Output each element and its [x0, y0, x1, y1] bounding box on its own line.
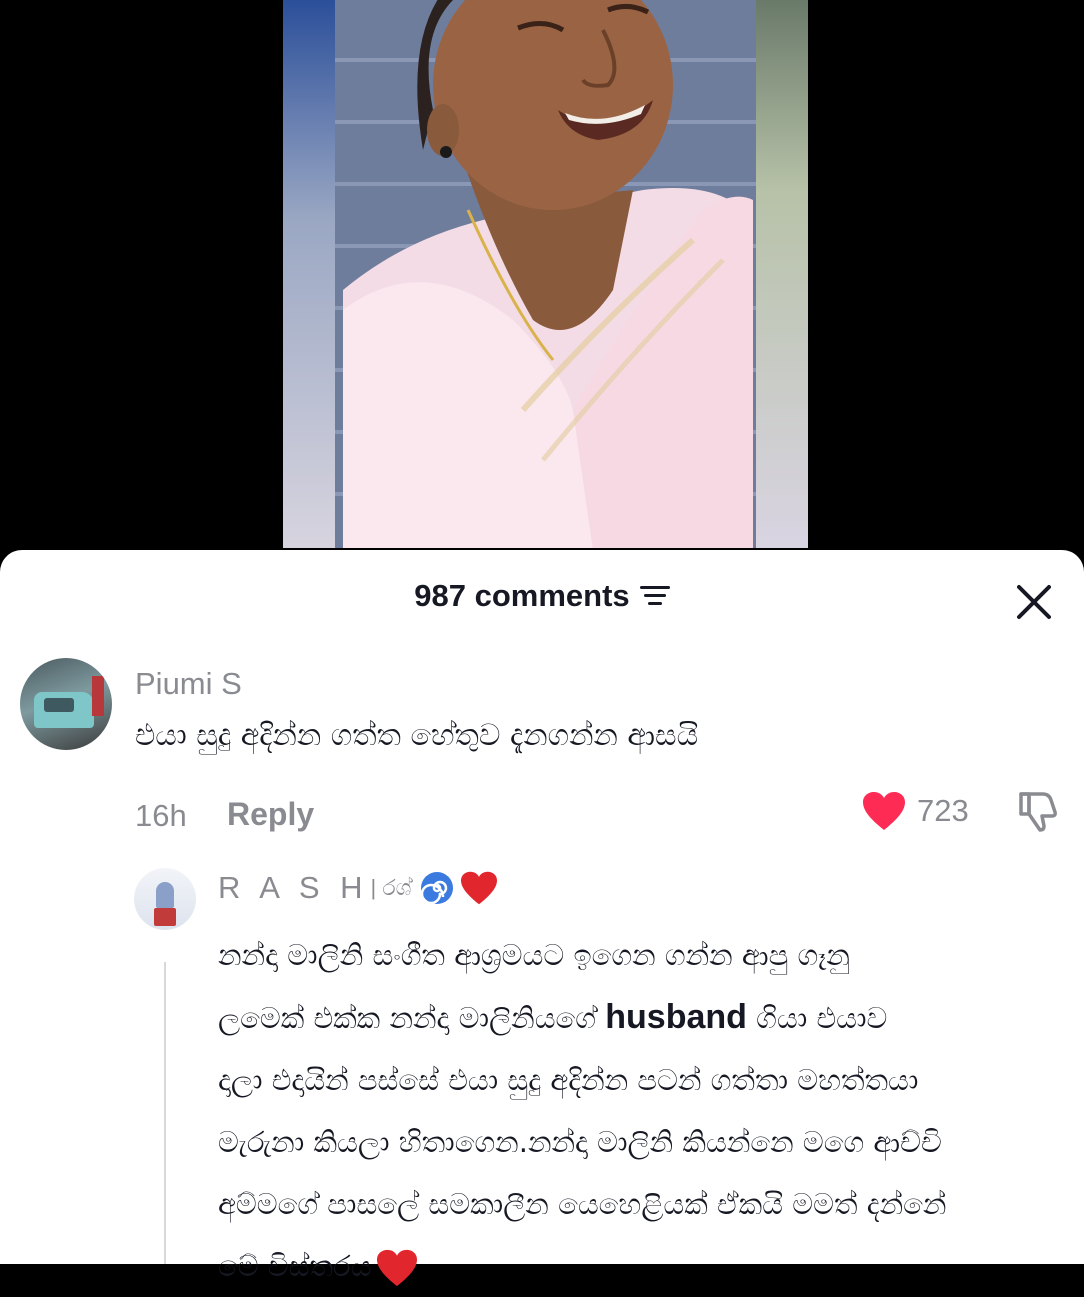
- reply-line-4: මැරුනා කියලා හිතාගෙන.නන්දා මාලිනි කියන්න…: [218, 1125, 942, 1159]
- reply-username-suffix: | රශ්: [370, 875, 412, 900]
- close-icon[interactable]: [1014, 582, 1054, 622]
- comments-count-label: 987 comments: [414, 578, 630, 613]
- heart-icon: [863, 792, 905, 830]
- reply-line-6-text: මේ විස්තරය: [218, 1249, 372, 1283]
- reply-text: නන්දා මාලිනි සංගීත ආශ්‍රමයට ඉගෙන ගන්න ආප…: [218, 924, 1084, 1297]
- comment-username[interactable]: Piumi S: [135, 666, 242, 702]
- spiral-emoji: [421, 872, 454, 905]
- comment-text: එයා සුදු අදින්න ගත්ත හේතුව දැනගන්න ආසයි: [135, 718, 699, 753]
- reply-line-1: නන්දා මාලිනි සංගීත ආශ්‍රමයට ඉගෙන ගන්න ආප…: [218, 938, 850, 972]
- thread-line: [164, 962, 166, 1264]
- comments-count: 987 comments: [414, 578, 670, 614]
- reply-line-2b: ගියා එයාව: [756, 1001, 888, 1035]
- comments-header: 987 comments: [0, 578, 1084, 628]
- like-count: 723: [917, 793, 969, 828]
- reply-avatar[interactable]: [134, 868, 196, 930]
- person-image: [343, 0, 753, 548]
- video-frame: [283, 0, 808, 548]
- comment-meta: 16h Reply 723: [135, 790, 1065, 840]
- like-button[interactable]: 723: [861, 790, 969, 832]
- reply-button[interactable]: Reply: [227, 796, 314, 833]
- reply-line-2-english: husband: [605, 998, 747, 1036]
- reply-line-5: අම්මගේ පාසලේ සමකාලීන යෙහෙළියක් ඒකයි මමත්…: [218, 1187, 947, 1221]
- video-player[interactable]: [0, 0, 1084, 580]
- reply-line-3: දාලා එදායින් පස්සේ එයා සුදු අදින්න පටන් …: [218, 1063, 919, 1097]
- frame-right-strip: [756, 0, 808, 548]
- frame-left-strip: [283, 0, 335, 548]
- reply-line-2a: ලමෙක් එක්ක නන්දා මාලිනියගේ: [218, 1001, 597, 1035]
- comment-time: 16h: [135, 798, 187, 833]
- reply-username-text: R A S H: [218, 870, 369, 905]
- avatar[interactable]: [20, 658, 112, 750]
- reply-line-6: මේ විස්තරය: [218, 1235, 1084, 1297]
- dislike-icon[interactable]: [1015, 788, 1061, 834]
- reply-line-2: ලමෙක් එක්ක නන්දා මාලිනියගේ husband ගියා …: [218, 986, 1084, 1049]
- heart-emoji: [377, 1249, 418, 1287]
- filter-icon[interactable]: [639, 584, 670, 608]
- reply-username[interactable]: R A S H | රශ්: [218, 870, 499, 906]
- heart-emoji: [461, 871, 498, 905]
